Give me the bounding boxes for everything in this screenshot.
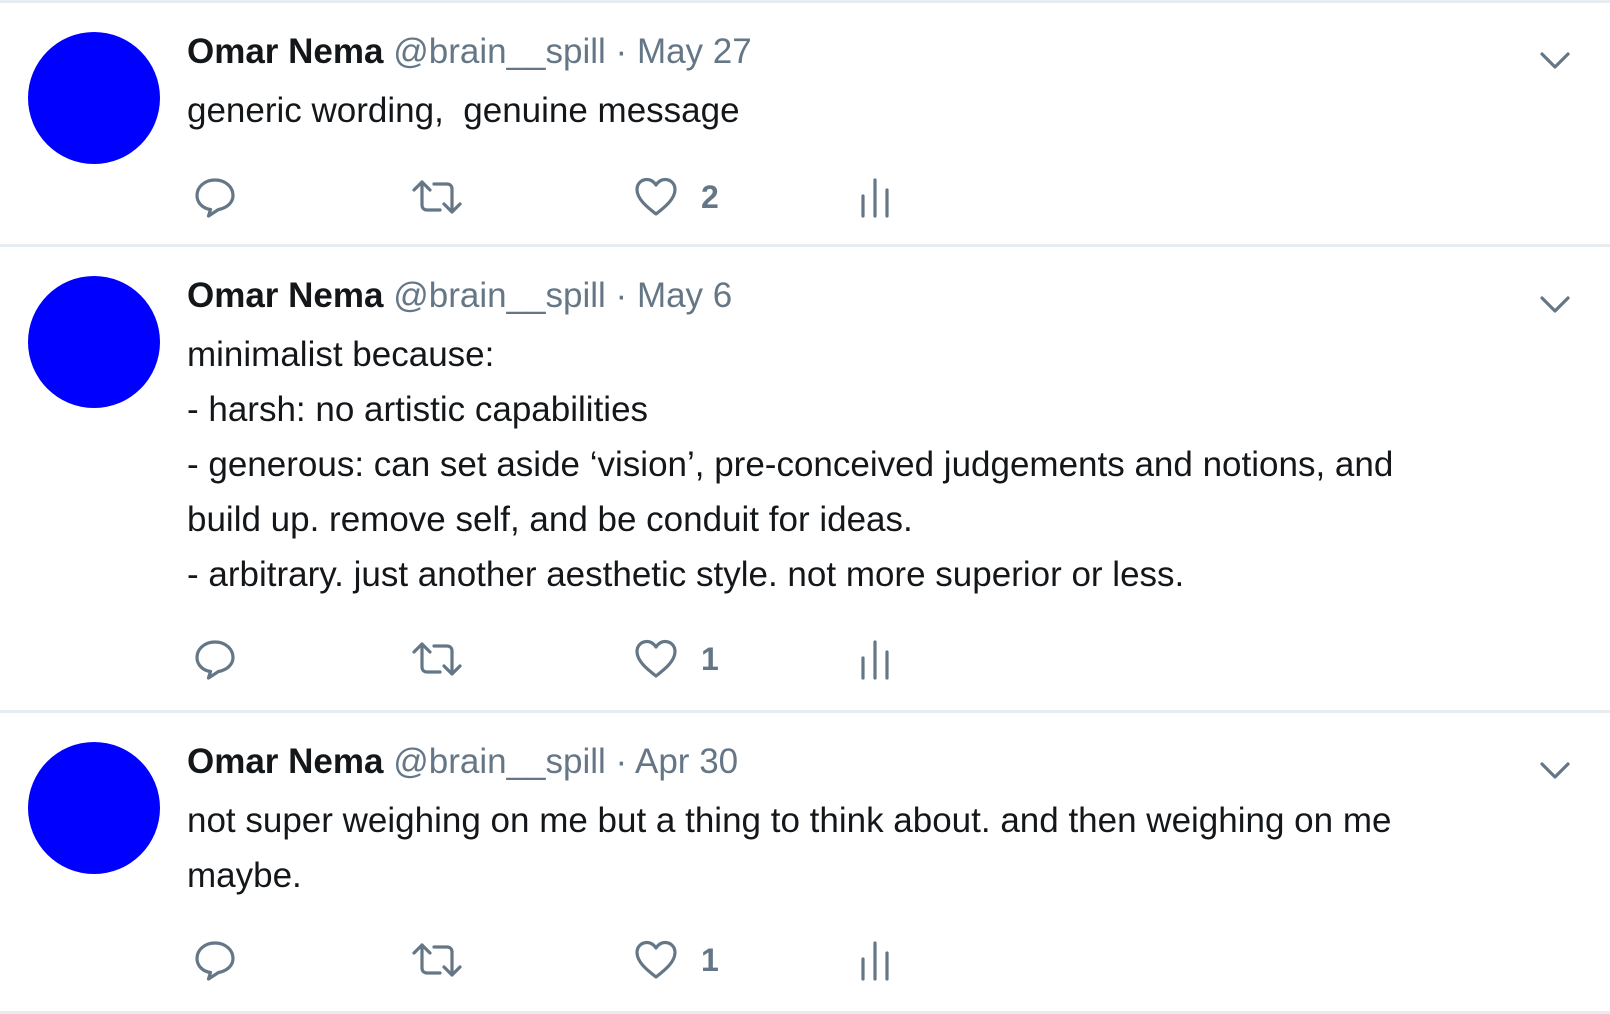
reply-icon	[193, 938, 237, 982]
author-handle[interactable]: @brain__spill	[393, 32, 606, 71]
analytics-button[interactable]	[858, 629, 892, 689]
author-name[interactable]: Omar Nema	[187, 32, 383, 71]
separator-dot: ·	[615, 32, 628, 71]
analytics-icon	[858, 637, 892, 681]
tweet-date[interactable]: May 27	[637, 32, 752, 71]
like-count: 2	[701, 179, 719, 215]
chevron-down-icon[interactable]	[1537, 43, 1573, 79]
retweet-icon	[410, 637, 464, 681]
like-button[interactable]: 1	[633, 930, 719, 990]
like-button[interactable]: 1	[633, 629, 719, 689]
reply-icon	[193, 175, 237, 219]
retweet-button[interactable]	[410, 167, 464, 227]
author-name[interactable]: Omar Nema	[187, 742, 383, 781]
retweet-button[interactable]	[410, 930, 464, 990]
like-count: 1	[701, 942, 719, 978]
like-count: 1	[701, 641, 719, 677]
author-handle[interactable]: @brain__spill	[393, 276, 606, 315]
reply-icon	[193, 637, 237, 681]
retweet-icon	[410, 938, 464, 982]
tweet-text: not super weighing on me but a thing to …	[187, 801, 1392, 895]
separator-dot: ·	[615, 276, 628, 315]
tweet-actions: 2	[0, 167, 1610, 227]
tweet-header: Omar Nema @brain__spill · Apr 30	[187, 737, 738, 787]
heart-icon	[633, 938, 679, 982]
tweet-header: Omar Nema @brain__spill · May 6	[187, 271, 732, 321]
chevron-down-icon[interactable]	[1537, 753, 1573, 789]
reply-button[interactable]	[193, 930, 237, 990]
analytics-button[interactable]	[858, 167, 892, 227]
tweet-actions: 1	[0, 629, 1610, 689]
retweet-button[interactable]	[410, 629, 464, 689]
tweet[interactable]: Omar Nema @brain__spill · May 6 minimali…	[0, 247, 1610, 713]
tweet-actions: 1	[0, 930, 1610, 990]
like-button[interactable]: 2	[633, 167, 719, 227]
separator-dot: ·	[615, 742, 628, 781]
author-name[interactable]: Omar Nema	[187, 276, 383, 315]
tweet-text: minimalist because: - harsh: no artistic…	[187, 335, 1394, 594]
reply-button[interactable]	[193, 167, 237, 227]
reply-button[interactable]	[193, 629, 237, 689]
tweet-date[interactable]: May 6	[637, 276, 732, 315]
tweet[interactable]: Omar Nema @brain__spill · Apr 30 not sup…	[0, 713, 1610, 1014]
avatar[interactable]	[28, 32, 160, 164]
avatar[interactable]	[28, 276, 160, 408]
heart-icon	[633, 175, 679, 219]
tweet-header: Omar Nema @brain__spill · May 27	[187, 27, 752, 77]
author-handle[interactable]: @brain__spill	[393, 742, 606, 781]
analytics-button[interactable]	[858, 930, 892, 990]
tweet-date[interactable]: Apr 30	[635, 742, 738, 781]
tweet-feed: Omar Nema @brain__spill · May 27 generic…	[0, 0, 1610, 1014]
heart-icon	[633, 637, 679, 681]
analytics-icon	[858, 938, 892, 982]
avatar[interactable]	[28, 742, 160, 874]
chevron-down-icon[interactable]	[1537, 287, 1573, 323]
analytics-icon	[858, 175, 892, 219]
tweet[interactable]: Omar Nema @brain__spill · May 27 generic…	[0, 3, 1610, 247]
retweet-icon	[410, 175, 464, 219]
tweet-text: generic wording, genuine message	[187, 91, 740, 130]
